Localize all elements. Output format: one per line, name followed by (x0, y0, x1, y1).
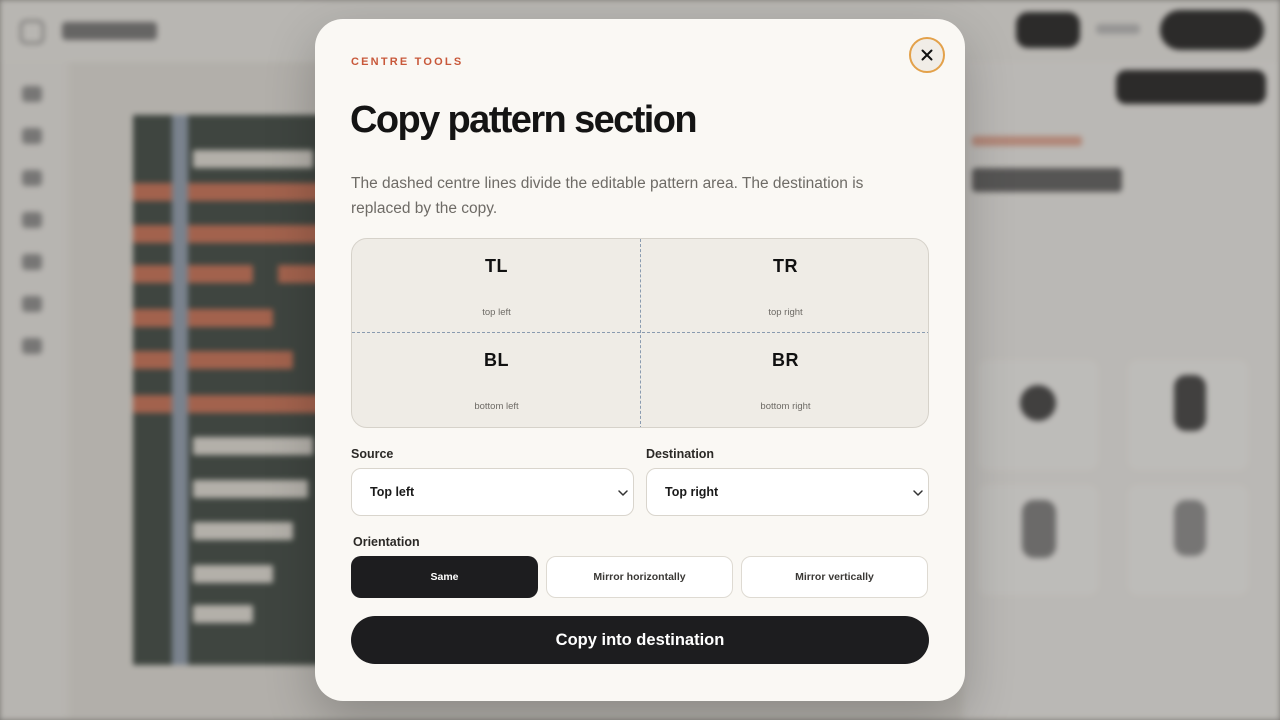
copy-into-destination-button[interactable]: Copy into destination (351, 616, 929, 664)
quadrant-label: top right (768, 307, 803, 318)
centre-line-horizontal (352, 332, 928, 333)
copy-pattern-dialog: CENTRE TOOLS Copy pattern section The da… (315, 19, 965, 701)
quadrant-code: BR (772, 350, 799, 370)
quadrant-top-left: TL top left (352, 239, 641, 334)
orientation-option-same[interactable]: Same (351, 556, 538, 598)
quadrant-bottom-left: BL bottom left (352, 333, 641, 427)
source-select[interactable]: Top left (351, 468, 634, 516)
quadrant-diagram: TL top left TR top right BL bottom left … (351, 238, 929, 428)
source-value: Top left (370, 485, 415, 499)
quadrant-code: TL (485, 256, 508, 276)
quadrant-label: bottom left (474, 401, 519, 412)
dialog-title: Copy pattern section (350, 99, 698, 141)
orientation-option-mirror-horizontally[interactable]: Mirror horizontally (546, 556, 733, 598)
quadrant-code: TR (773, 256, 798, 276)
chevron-down-icon (913, 490, 923, 496)
centre-line-vertical (640, 239, 641, 427)
close-button[interactable] (909, 37, 945, 73)
destination-label: Destination (646, 447, 715, 461)
source-label: Source (351, 447, 394, 461)
close-icon (921, 49, 933, 61)
dialog-description: The dashed centre lines divide the edita… (351, 175, 864, 217)
destination-select[interactable]: Top right (646, 468, 929, 516)
quadrant-bottom-right: BR bottom right (641, 333, 928, 427)
quadrant-label: top left (482, 307, 511, 318)
dialog-eyebrow: CENTRE TOOLS (351, 56, 464, 68)
quadrant-label: bottom right (760, 401, 811, 412)
chevron-down-icon (618, 490, 628, 496)
orientation-option-mirror-vertically[interactable]: Mirror vertically (741, 556, 928, 598)
destination-value: Top right (665, 485, 719, 499)
quadrant-top-right: TR top right (641, 239, 928, 334)
quadrant-code: BL (484, 350, 509, 370)
orientation-label: Orientation (353, 535, 420, 549)
